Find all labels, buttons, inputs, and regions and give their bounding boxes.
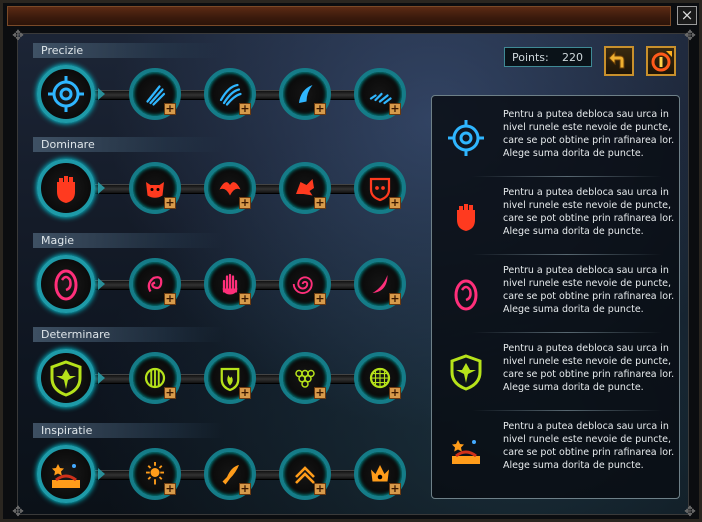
info-text: Pentru a putea debloca sau urca in nivel… xyxy=(503,187,675,237)
info-entry: Pentru a putea debloca sau urca in nivel… xyxy=(432,186,679,264)
magic-orb-icon xyxy=(41,259,91,309)
rune-slot[interactable]: + xyxy=(129,448,181,500)
rune-slot[interactable]: + xyxy=(354,68,406,120)
rune-slot[interactable]: + xyxy=(204,68,256,120)
back-arrow-icon xyxy=(608,50,625,69)
rune-slot[interactable]: + xyxy=(279,68,331,120)
points-value: 220 xyxy=(562,51,583,64)
points-display: Points: 220 xyxy=(504,47,592,67)
divider xyxy=(472,176,662,177)
rune-slot[interactable]: + xyxy=(204,448,256,500)
target-icon xyxy=(446,118,486,158)
rune-slot[interactable]: + xyxy=(204,162,256,214)
upgrade-plus-icon[interactable]: + xyxy=(164,483,176,495)
rune-slot[interactable]: + xyxy=(204,258,256,310)
rune-slot[interactable]: + xyxy=(129,352,181,404)
connector-arrow-icon xyxy=(98,88,105,100)
rune-slot[interactable]: + xyxy=(129,162,181,214)
upgrade-plus-icon[interactable]: + xyxy=(389,103,401,115)
rune-window: × ✥ ✥ ✥ ✥ Precizie + + + + Dominare + + + + Magie +… xyxy=(0,0,702,522)
divider xyxy=(472,410,662,411)
upgrade-plus-icon[interactable]: + xyxy=(314,197,326,209)
raised-fist-icon xyxy=(41,163,91,213)
info-panel: Pentru a putea debloca sau urca in nivel… xyxy=(431,95,680,499)
upgrade-plus-icon[interactable]: + xyxy=(239,387,251,399)
info-entry: Pentru a putea debloca sau urca in nivel… xyxy=(432,264,679,342)
ornament-icon: ✥ xyxy=(684,504,696,520)
raised-fist-icon xyxy=(446,196,486,236)
magic-orb-icon xyxy=(446,274,486,314)
info-text: Pentru a putea debloca sau urca in nivel… xyxy=(503,421,675,471)
upgrade-plus-icon[interactable]: + xyxy=(389,387,401,399)
rune-slot[interactable]: + xyxy=(279,448,331,500)
rune-slot[interactable]: + xyxy=(204,352,256,404)
category-label: Inspiratie xyxy=(41,424,93,437)
upgrade-plus-icon[interactable]: + xyxy=(164,387,176,399)
info-entry: Pentru a putea debloca sau urca in nivel… xyxy=(432,342,679,420)
connector-arrow-icon xyxy=(98,372,105,384)
connector-arrow-icon xyxy=(98,182,105,194)
upgrade-plus-icon[interactable]: + xyxy=(389,483,401,495)
rune-slot[interactable]: + xyxy=(279,258,331,310)
category-label: Precizie xyxy=(41,44,84,57)
category-label: Dominare xyxy=(41,138,95,151)
connector-arrow-icon xyxy=(98,278,105,290)
upgrade-plus-icon[interactable]: + xyxy=(239,197,251,209)
upgrade-plus-icon[interactable]: + xyxy=(314,483,326,495)
info-text: Pentru a putea debloca sau urca in nivel… xyxy=(503,343,675,393)
category-label: Magie xyxy=(41,234,75,247)
connector-arrow-icon xyxy=(98,468,105,480)
points-label: Points: xyxy=(512,51,549,64)
upgrade-plus-icon[interactable]: + xyxy=(239,293,251,305)
ornament-icon: ✥ xyxy=(12,504,24,520)
info-entry: Pentru a putea debloca sau urca in nivel… xyxy=(432,108,679,186)
rune-slot[interactable]: + xyxy=(129,258,181,310)
close-button[interactable]: × xyxy=(677,6,697,25)
info-entry: Pentru a putea debloca sau urca in nivel… xyxy=(432,420,679,498)
rune-slot[interactable]: + xyxy=(279,162,331,214)
back-button[interactable] xyxy=(604,46,634,76)
upgrade-plus-icon[interactable]: + xyxy=(164,103,176,115)
reset-button[interactable] xyxy=(646,46,676,76)
spellbook-icon xyxy=(446,430,486,470)
rune-slot[interactable]: + xyxy=(129,68,181,120)
reset-points-icon xyxy=(651,51,672,72)
rune-slot[interactable]: + xyxy=(354,258,406,310)
upgrade-plus-icon[interactable]: + xyxy=(164,197,176,209)
category-main-rune[interactable] xyxy=(37,349,95,407)
ornament-icon: ✥ xyxy=(12,28,24,44)
divider xyxy=(472,254,662,255)
upgrade-plus-icon[interactable]: + xyxy=(164,293,176,305)
upgrade-plus-icon[interactable]: + xyxy=(389,197,401,209)
upgrade-plus-icon[interactable]: + xyxy=(239,103,251,115)
info-text: Pentru a putea debloca sau urca in nivel… xyxy=(503,109,675,159)
rune-slot[interactable]: + xyxy=(279,352,331,404)
shield-cross-icon xyxy=(41,353,91,403)
ornament-icon: ✥ xyxy=(684,28,696,44)
upgrade-plus-icon[interactable]: + xyxy=(314,103,326,115)
close-icon[interactable]: × xyxy=(681,6,694,24)
category-main-rune[interactable] xyxy=(37,65,95,123)
divider xyxy=(472,332,662,333)
target-icon xyxy=(41,69,91,119)
category-main-rune[interactable] xyxy=(37,159,95,217)
category-label: Determinare xyxy=(41,328,111,341)
upgrade-plus-icon[interactable]: + xyxy=(239,483,251,495)
upgrade-plus-icon[interactable]: + xyxy=(314,293,326,305)
info-text: Pentru a putea debloca sau urca in nivel… xyxy=(503,265,675,315)
category-main-rune[interactable] xyxy=(37,445,95,503)
rune-slot[interactable]: + xyxy=(354,448,406,500)
category-main-rune[interactable] xyxy=(37,255,95,313)
title-bar[interactable] xyxy=(7,6,671,26)
rune-slot[interactable]: + xyxy=(354,162,406,214)
upgrade-plus-icon[interactable]: + xyxy=(389,293,401,305)
upgrade-plus-icon[interactable]: + xyxy=(314,387,326,399)
shield-cross-icon xyxy=(446,352,486,392)
spellbook-icon xyxy=(41,449,91,499)
rune-slot[interactable]: + xyxy=(354,352,406,404)
